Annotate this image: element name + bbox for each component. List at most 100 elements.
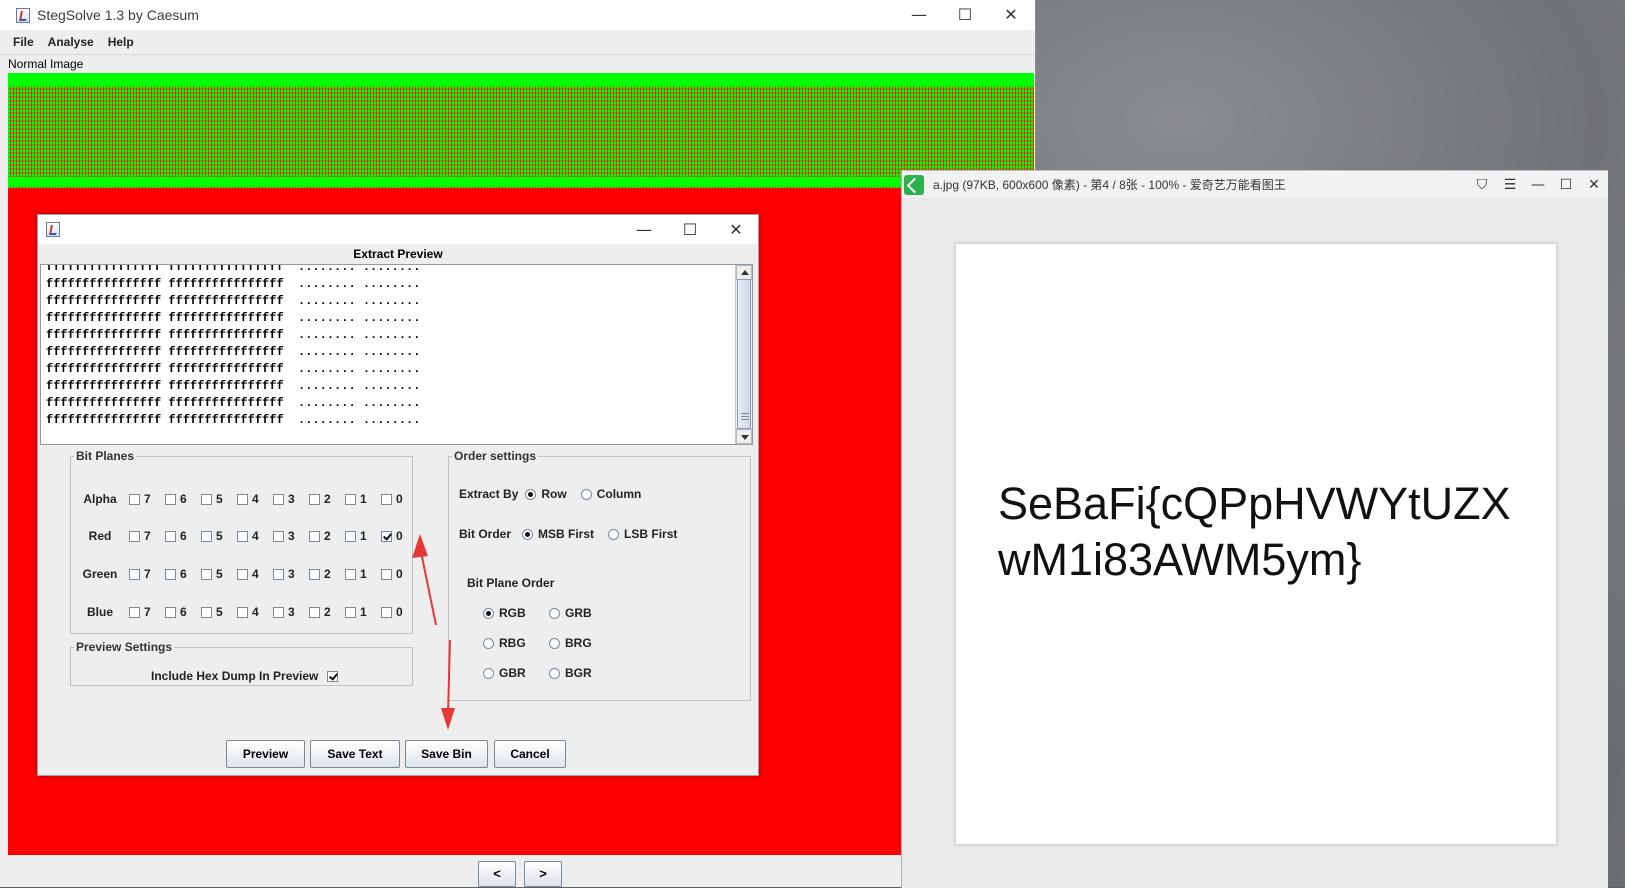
preview-text-area[interactable]: ffffffffffffffff ffffffffffffffff ......… (40, 264, 753, 445)
green-bit-5-checkbox[interactable] (201, 568, 212, 580)
bit-option: 4 (237, 529, 265, 543)
scroll-down-icon[interactable] (736, 429, 752, 444)
minimize-icon[interactable]: — (896, 0, 942, 30)
save-text-button[interactable]: Save Text (310, 740, 400, 768)
blue-bit-6-checkbox[interactable] (165, 606, 176, 618)
dialog-titlebar: — ☐ ✕ (38, 215, 758, 244)
green-bit-0-checkbox[interactable] (381, 568, 392, 580)
menu-help[interactable]: Help (101, 35, 141, 49)
maximize-icon[interactable]: ☐ (1552, 177, 1580, 193)
maximize-icon[interactable]: ☐ (942, 0, 988, 30)
close-icon[interactable]: ✕ (713, 215, 759, 245)
green-bit-1-checkbox[interactable] (345, 568, 356, 580)
viewer-titlebar: a.jpg (97KB, 600x600 像素) - 第4 / 8张 - 100… (902, 171, 1608, 198)
preview-text: ffffffffffffffff ffffffffffffffff ......… (41, 265, 752, 429)
alpha-bit-5-checkbox[interactable] (201, 493, 212, 505)
alpha-bit-1-checkbox[interactable] (345, 493, 356, 505)
window-controls: — ☐ ✕ (896, 0, 1034, 30)
menu-icon[interactable]: ☰ (1496, 177, 1524, 193)
extract-by-column-radio[interactable] (580, 488, 592, 500)
bit-option: 2 (309, 567, 337, 581)
close-icon[interactable]: ✕ (988, 0, 1034, 30)
order-gbr-label: GBR (499, 666, 526, 680)
blue-bit-5-checkbox[interactable] (201, 606, 212, 618)
alpha-bit-2-checkbox[interactable] (309, 493, 320, 505)
msb-first-label: MSB First (538, 527, 595, 541)
red-bit-1-checkbox[interactable] (345, 530, 356, 542)
blue-bit-7-checkbox[interactable] (129, 606, 140, 618)
red-bit-4-checkbox[interactable] (237, 530, 248, 542)
order-rgb-label: RGB (499, 606, 526, 620)
alpha-bit-3-checkbox[interactable] (273, 493, 284, 505)
msb-first-radio[interactable] (522, 528, 534, 540)
vertical-scrollbar[interactable] (735, 265, 752, 444)
menu-file[interactable]: File (6, 35, 41, 49)
blue-bit-0-checkbox[interactable] (381, 606, 392, 618)
minimize-icon[interactable]: — (621, 215, 667, 245)
blue-bit-3-checkbox[interactable] (273, 606, 284, 618)
order-rgb-radio[interactable] (483, 607, 494, 619)
alpha-bit-0-checkbox[interactable] (381, 493, 392, 505)
bit-number-label: 2 (324, 529, 331, 543)
red-bit-7-checkbox[interactable] (129, 530, 140, 542)
order-grb-radio[interactable] (549, 607, 560, 619)
bit-plane-order-heading: Bit Plane Order (467, 576, 554, 590)
blue-bit-4-checkbox[interactable] (237, 606, 248, 618)
bit-number-label: 7 (144, 605, 151, 619)
extract-by-row-radio[interactable] (525, 488, 537, 500)
save-bin-button[interactable]: Save Bin (405, 740, 488, 768)
red-bit-0-checkbox[interactable] (381, 530, 392, 542)
bit-number-label: 3 (288, 567, 295, 581)
cancel-button[interactable]: Cancel (494, 740, 566, 768)
bit-option: 2 (309, 529, 337, 543)
scroll-thumb[interactable] (737, 279, 751, 429)
order-rbg-radio[interactable] (483, 637, 494, 649)
order-brg-radio[interactable] (549, 637, 560, 649)
red-bit-6-checkbox[interactable] (165, 530, 176, 542)
bit-option: 6 (165, 605, 193, 619)
green-bit-6-checkbox[interactable] (165, 568, 176, 580)
bit-plane-row-red: Red 7 6 5 4 3 2 1 0 (79, 527, 409, 545)
skin-icon[interactable]: ⛉ (1468, 177, 1496, 193)
green-bit-2-checkbox[interactable] (309, 568, 320, 580)
blue-bit-2-checkbox[interactable] (309, 606, 320, 618)
blue-bit-1-checkbox[interactable] (345, 606, 356, 618)
preview-line: ffffffffffffffff ffffffffffffffff ......… (46, 396, 421, 410)
red-bit-3-checkbox[interactable] (273, 530, 284, 542)
bit-option: 5 (201, 605, 229, 619)
green-bit-4-checkbox[interactable] (237, 568, 248, 580)
bit-number-label: 3 (288, 492, 295, 506)
bit-number-label: 1 (360, 529, 367, 543)
minimize-icon[interactable]: — (1524, 177, 1552, 193)
bit-option: 5 (201, 529, 229, 543)
bit-option: 1 (345, 492, 373, 506)
bit-option: 7 (129, 567, 157, 581)
lsb-first-radio[interactable] (608, 528, 620, 540)
plane-order-row-1: RGB GRB (483, 606, 592, 620)
hex-dump-checkbox[interactable] (327, 670, 339, 682)
order-gbr-radio[interactable] (483, 667, 494, 679)
previous-button[interactable]: < (478, 861, 516, 887)
extract-by-row-label: Row (541, 487, 567, 501)
red-bit-5-checkbox[interactable] (201, 530, 212, 542)
extract-by-row: Extract By Row Column (459, 487, 641, 501)
order-bgr-radio[interactable] (549, 667, 560, 679)
bit-option: 1 (345, 605, 373, 619)
green-bit-7-checkbox[interactable] (129, 568, 140, 580)
green-bit-3-checkbox[interactable] (273, 568, 284, 580)
noise-band-top (8, 73, 1034, 86)
scroll-up-icon[interactable] (736, 265, 752, 280)
next-button[interactable]: > (524, 861, 562, 887)
alpha-bit-4-checkbox[interactable] (237, 493, 248, 505)
alpha-bit-6-checkbox[interactable] (165, 493, 176, 505)
preview-button[interactable]: Preview (226, 740, 305, 768)
alpha-bit-7-checkbox[interactable] (129, 493, 140, 505)
maximize-icon[interactable]: ☐ (667, 215, 713, 245)
dialog-heading: Extract Preview (353, 247, 443, 261)
annotation-arrows (412, 534, 455, 730)
stegsolve-titlebar: StegSolve 1.3 by Caesum — ☐ ✕ (0, 0, 1035, 30)
red-bit-2-checkbox[interactable] (309, 530, 320, 542)
bit-number-label: 3 (288, 605, 295, 619)
close-icon[interactable]: ✕ (1580, 177, 1608, 193)
menu-analyse[interactable]: Analyse (41, 35, 101, 49)
